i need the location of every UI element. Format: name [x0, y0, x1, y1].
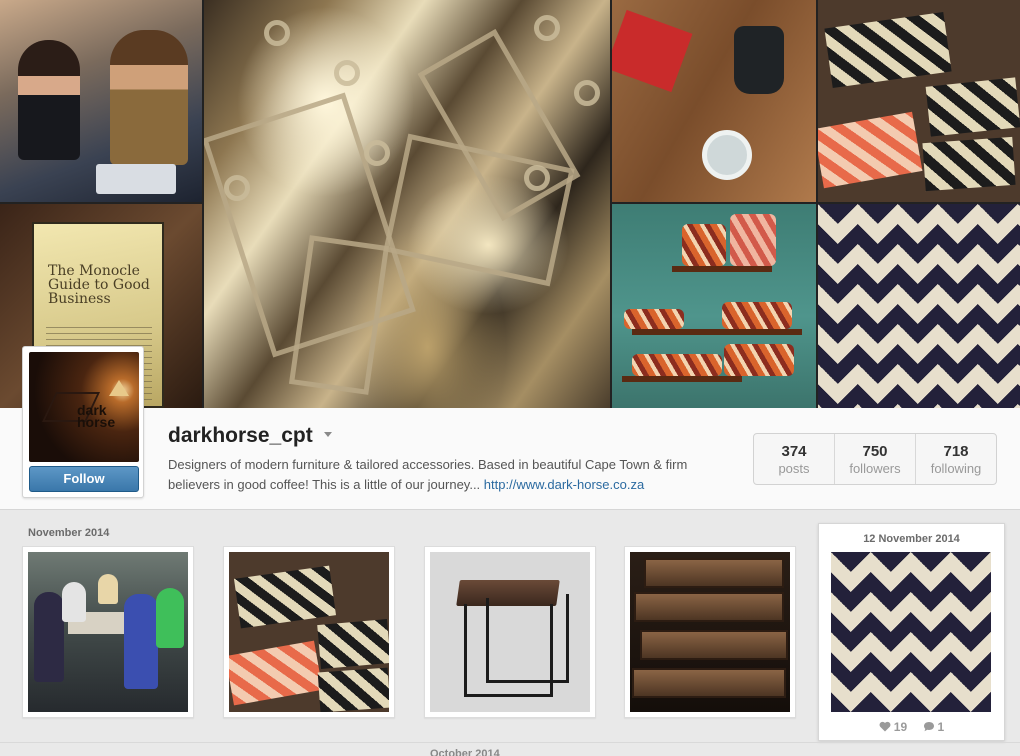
stat-posts[interactable]: 374 posts	[754, 434, 835, 484]
coffee-pot-shape	[734, 26, 784, 94]
like-count: 19	[893, 719, 908, 734]
post-thumbnail[interactable]	[424, 546, 596, 718]
post-meta: 19 1	[819, 719, 1004, 734]
cover-collage: The Monocle Guide to Good Business	[0, 0, 1020, 408]
avatar[interactable]: dark horse	[29, 352, 139, 462]
featured-post-card[interactable]: 12 November 2014 19 1	[818, 523, 1005, 741]
cover-photo-coffee[interactable]	[612, 0, 816, 202]
heart-icon[interactable]	[879, 721, 891, 732]
stat-following-value: 718	[943, 443, 969, 460]
stat-posts-value: 374	[781, 443, 807, 460]
month-heading: November 2014	[28, 527, 110, 539]
cover-photo-chevron-fabric[interactable]	[818, 204, 1020, 408]
post-thumbnail[interactable]	[22, 546, 194, 718]
divider	[0, 742, 1020, 743]
book-title: The Monocle Guide to Good Business	[48, 263, 150, 307]
avatar-logo-text: dark horse	[77, 402, 116, 430]
stat-following-label: following	[930, 461, 982, 476]
cover-photo-shelves[interactable]	[612, 204, 816, 408]
person-figure	[18, 40, 80, 160]
follow-button[interactable]: Follow	[29, 466, 139, 492]
cover-photo-foil-letters[interactable]	[204, 0, 610, 408]
comment-icon[interactable]	[923, 721, 935, 732]
post-image-side-table	[430, 552, 590, 712]
website-link[interactable]: http://www.dark-horse.co.za	[484, 477, 644, 492]
cover-photo-founders[interactable]	[0, 0, 202, 202]
profile-bio: Designers of modern furniture & tailored…	[168, 455, 738, 495]
post-image-bags	[229, 552, 389, 712]
post-date: 12 November 2014	[863, 533, 960, 545]
comment-count: 1	[937, 719, 945, 734]
caret-down-icon[interactable]	[324, 432, 332, 437]
post-image-trays	[630, 552, 790, 712]
coffee-cup-shape	[702, 130, 752, 180]
stat-posts-label: posts	[778, 461, 810, 476]
profile-username: darkhorse_cpt	[168, 424, 313, 447]
lamp-shape	[109, 380, 129, 396]
person-figure	[110, 30, 188, 165]
post-image-chevron-fabric	[831, 552, 991, 712]
post-thumbnail[interactable]	[624, 546, 796, 718]
avatar-card: dark horse Follow	[22, 346, 144, 498]
stat-following[interactable]: 718 following	[916, 434, 996, 484]
profile-stats: 374 posts 750 followers 718 following	[753, 433, 997, 485]
post-thumbnail[interactable]	[223, 546, 395, 718]
next-month-heading: October 2014	[430, 748, 500, 756]
post-image-team-dinner	[28, 552, 188, 712]
stat-followers[interactable]: 750 followers	[835, 434, 916, 484]
stat-followers-value: 750	[862, 443, 888, 460]
laptop-shape	[96, 164, 176, 194]
cover-photo-bags[interactable]	[818, 0, 1020, 202]
stat-followers-label: followers	[849, 461, 901, 476]
